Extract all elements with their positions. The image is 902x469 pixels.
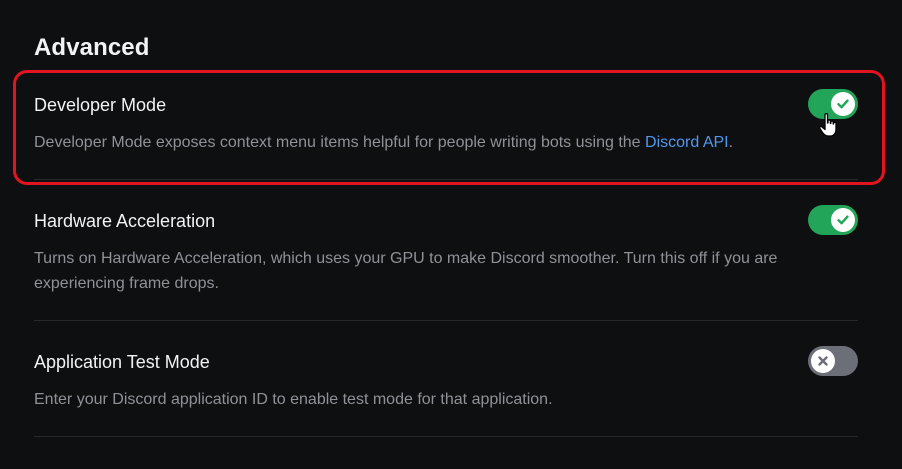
- x-icon: [818, 356, 828, 366]
- hardware-acceleration-toggle[interactable]: [808, 205, 858, 235]
- setting-description: Turns on Hardware Acceleration, which us…: [34, 250, 778, 292]
- toggle-knob: [831, 208, 855, 232]
- setting-description: Enter your Discord application ID to ena…: [34, 391, 553, 408]
- advanced-settings-page: Advanced Developer Mode Developer Mode e…: [0, 0, 902, 469]
- setting-title: Application Test Mode: [34, 352, 210, 372]
- description-text: Developer Mode exposes context menu item…: [34, 134, 646, 151]
- description-suffix: .: [728, 134, 734, 151]
- section-title: Advanced: [34, 34, 150, 61]
- divider: [34, 436, 858, 437]
- check-icon: [837, 99, 849, 109]
- setting-description: Developer Mode exposes context menu item…: [34, 130, 814, 155]
- toggle-knob: [811, 349, 835, 373]
- divider: [34, 179, 858, 180]
- divider: [34, 320, 858, 321]
- setting-developer-mode: Developer Mode Developer Mode exposes co…: [34, 94, 858, 155]
- application-test-mode-toggle[interactable]: [808, 346, 858, 376]
- discord-api-link[interactable]: Discord API: [645, 134, 729, 151]
- hand-cursor-icon: [819, 113, 837, 137]
- setting-title: Hardware Acceleration: [34, 211, 216, 231]
- setting-application-test-mode: Application Test Mode Enter your Discord…: [34, 351, 858, 412]
- check-icon: [837, 215, 849, 225]
- setting-title: Developer Mode: [34, 95, 167, 115]
- setting-hardware-acceleration: Hardware Acceleration Turns on Hardware …: [34, 210, 858, 296]
